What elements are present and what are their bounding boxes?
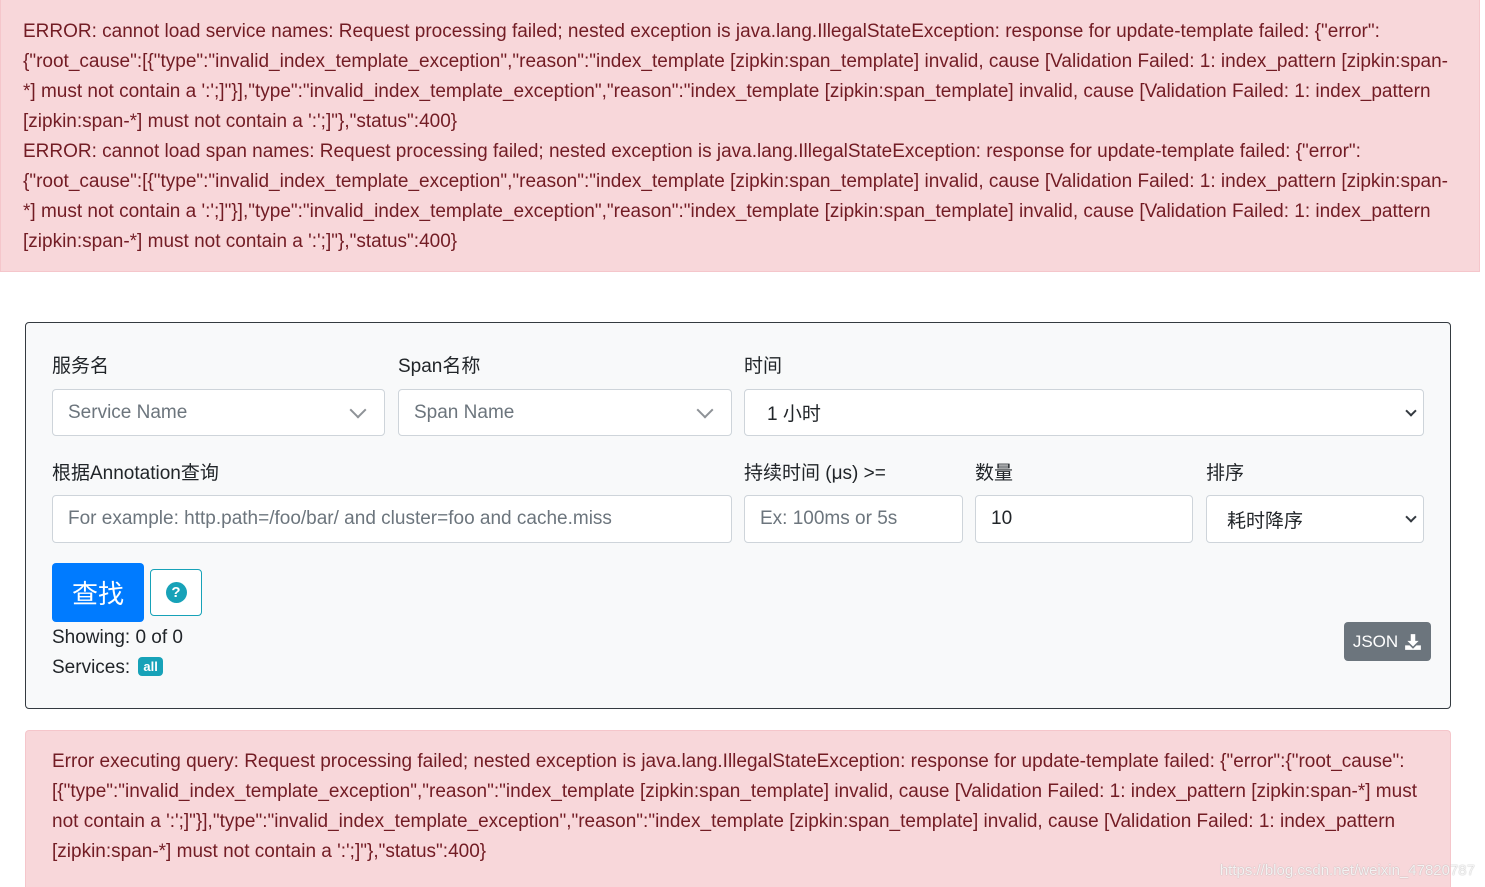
limit-input[interactable]: 10	[975, 495, 1193, 543]
question-circle-icon: ?	[165, 582, 187, 603]
sort-order-value: 耗时降序	[1227, 510, 1304, 532]
time-range-value: 1 小时	[767, 404, 821, 425]
sort-order-select[interactable]: 耗时降序	[1206, 495, 1424, 543]
top-error-alert: ERROR: cannot load service names: Reques…	[0, 0, 1480, 272]
min-duration-placeholder: Ex: 100ms or 5s	[760, 508, 898, 529]
span-name-select[interactable]: Span Name	[398, 389, 732, 436]
json-button-label: JSON	[1352, 631, 1399, 651]
find-button-label: 查找	[71, 579, 124, 609]
span-name-label: Span名称	[398, 356, 481, 377]
service-name-select[interactable]: Service Name	[52, 389, 385, 436]
chevron-down-icon	[696, 401, 714, 418]
min-duration-input[interactable]: Ex: 100ms or 5s	[744, 495, 963, 543]
service-names-error: ERROR: cannot load service names: Reques…	[23, 21, 1448, 132]
span-names-error: ERROR: cannot load span names: Request p…	[23, 141, 1448, 252]
limit-value: 10	[991, 508, 1013, 529]
services-label: Services:	[52, 657, 131, 678]
service-name-label: 服务名	[52, 356, 110, 377]
chevron-down-icon	[1405, 511, 1417, 523]
span-name-placeholder: Span Name	[414, 401, 515, 423]
time-range-select[interactable]: 1 小时	[744, 389, 1424, 436]
showing-count: Showing: 0 of 0	[52, 627, 183, 648]
chevron-down-icon	[1405, 404, 1417, 417]
limit-label: 数量	[975, 463, 1014, 484]
sort-label: 排序	[1206, 463, 1245, 484]
chevron-down-icon	[349, 401, 367, 418]
download-icon	[1405, 633, 1422, 650]
search-panel: 服务名 Service Name Span名称 Span Name 时间 1 小…	[25, 322, 1451, 709]
annotation-query-input[interactable]: For example: http.path=/foo/bar/ and clu…	[52, 495, 732, 543]
services-all-badge[interactable]: all	[138, 657, 163, 676]
help-button[interactable]: ?	[150, 569, 202, 616]
annotation-query-label: 根据Annotation查询	[52, 463, 219, 484]
services-filter: Services: all	[52, 657, 163, 679]
time-label: 时间	[744, 356, 783, 377]
json-download-button[interactable]: JSON	[1344, 622, 1431, 661]
find-button[interactable]: 查找	[52, 563, 144, 622]
watermark-text: https://blog.csdn.net/weixin_47820787	[1219, 862, 1475, 879]
service-name-placeholder: Service Name	[68, 401, 188, 423]
annotation-query-placeholder: For example: http.path=/foo/bar/ and clu…	[68, 508, 612, 529]
min-duration-label: 持续时间 (μs) >=	[744, 463, 886, 484]
query-error-text: Error executing query: Request processin…	[52, 751, 1417, 862]
